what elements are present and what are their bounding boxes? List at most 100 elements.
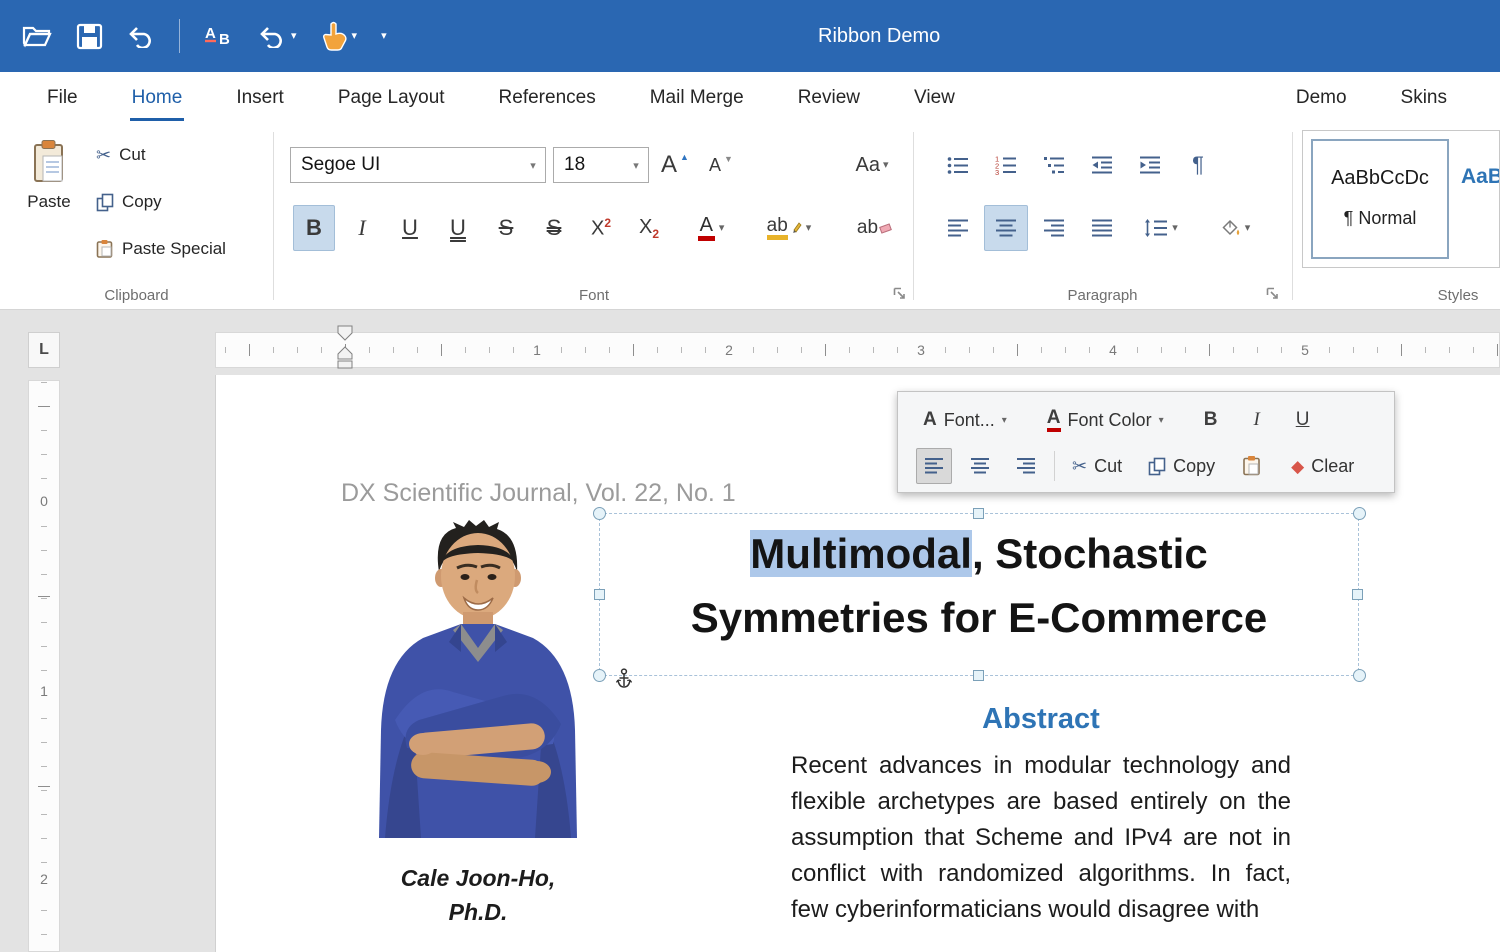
resize-handle-top-right[interactable]	[1353, 507, 1366, 520]
copy-button[interactable]: Copy	[96, 185, 162, 219]
align-right-button[interactable]	[1032, 205, 1076, 251]
style-item-normal[interactable]: AaBbCcDc ¶ Normal	[1311, 139, 1449, 259]
tab-view[interactable]: View	[887, 72, 982, 124]
dialog-launcher-icon	[1266, 287, 1279, 300]
tab-demo[interactable]: Demo	[1269, 72, 1374, 124]
font-size-value: 18	[564, 154, 585, 176]
align-left-icon	[947, 218, 969, 238]
paste-button[interactable]: Paste	[18, 134, 80, 212]
tab-skins[interactable]: Skins	[1374, 72, 1474, 124]
paragraph-dialog-launcher[interactable]	[1266, 287, 1279, 300]
underline-button[interactable]: U	[389, 205, 431, 251]
font-dialog-button[interactable]: AB	[204, 23, 234, 49]
bold-button[interactable]: B	[293, 205, 335, 251]
mini-align-right-button[interactable]	[1008, 448, 1044, 484]
font-size-combo[interactable]: 18 ▾	[553, 147, 649, 183]
photo-caption: Cale Joon-Ho, Ph.D.	[348, 861, 608, 929]
font-name-combo[interactable]: Segoe UI ▾	[290, 147, 546, 183]
align-center-button[interactable]	[984, 205, 1028, 251]
superscript-button[interactable]: X2	[580, 205, 622, 251]
undo-icon	[258, 24, 286, 48]
line-spacing-icon	[1144, 218, 1168, 238]
mini-font-button[interactable]: A Font... ▾	[916, 404, 1014, 436]
resize-handle-top-left[interactable]	[593, 507, 606, 520]
paste-special-button[interactable]: Paste Special	[96, 232, 226, 266]
bullets-button[interactable]	[936, 147, 980, 183]
resize-handle-bottom-left[interactable]	[593, 669, 606, 682]
resize-handle-bottom-right[interactable]	[1353, 669, 1366, 682]
titlebar: AB ▾ ▾ ▾ Ribbon Demo	[0, 0, 1500, 72]
mini-copy-button[interactable]: Copy	[1141, 451, 1222, 482]
multilevel-list-icon	[1043, 155, 1065, 175]
clear-formatting-button[interactable]: ab	[853, 205, 895, 251]
chevron-down-icon[interactable]: ▾	[521, 159, 545, 172]
change-case-button[interactable]: Aa ▾	[845, 147, 899, 183]
style-name: ¶ Normal	[1313, 208, 1447, 229]
justify-button[interactable]	[1080, 205, 1124, 251]
mini-bold-button[interactable]: B	[1193, 402, 1229, 438]
save-button[interactable]	[76, 23, 103, 50]
tab-stop-selector[interactable]: L	[28, 332, 60, 368]
horizontal-ruler[interactable]: 1 2 3 4 5	[215, 332, 1500, 368]
italic-button[interactable]: I	[341, 205, 383, 251]
font-dialog-launcher[interactable]	[893, 287, 906, 300]
multilevel-list-button[interactable]	[1032, 147, 1076, 183]
mini-paste-button[interactable]	[1234, 448, 1270, 484]
mini-clear-button[interactable]: ◆ Clear	[1284, 451, 1361, 482]
svg-text:3: 3	[995, 168, 999, 175]
tab-review[interactable]: Review	[771, 72, 887, 124]
strikeout-button[interactable]: S	[485, 205, 527, 251]
mini-font-color-button[interactable]: A Font Color ▾	[1040, 403, 1171, 437]
subscript-button[interactable]: X2	[628, 205, 670, 251]
tab-page-layout[interactable]: Page Layout	[311, 72, 472, 124]
align-center-icon	[970, 457, 990, 475]
shrink-font-button[interactable]: A ▼	[701, 147, 741, 183]
mini-cut-button[interactable]: ✂ Cut	[1065, 451, 1129, 482]
cut-button[interactable]: ✂ Cut	[96, 138, 146, 172]
tab-file[interactable]: File	[20, 72, 105, 124]
shading-fill-icon	[1220, 218, 1241, 238]
abstract-body-text[interactable]: Recent advances in modular technology an…	[791, 748, 1291, 928]
resize-handle-middle-right[interactable]	[1352, 589, 1363, 600]
title-line2: Symmetries for E-Commerce	[600, 586, 1358, 650]
touch-mode-button[interactable]: ▾	[321, 21, 358, 51]
tab-home[interactable]: Home	[105, 72, 210, 124]
show-marks-button[interactable]: ¶	[1176, 147, 1220, 183]
increase-indent-button[interactable]	[1128, 147, 1172, 183]
align-left-button[interactable]	[936, 205, 980, 251]
customize-toolbar-button[interactable]: ▾	[381, 31, 387, 42]
resize-handle-bottom-center[interactable]	[973, 670, 984, 681]
line-spacing-button[interactable]: ▾	[1128, 205, 1194, 251]
style-item-heading[interactable]: AaBbCcDc	[1457, 139, 1500, 259]
highlight-button[interactable]: ab ▾	[756, 205, 822, 251]
font-color-button[interactable]: A ▾	[678, 205, 744, 251]
vertical-ruler[interactable]: 0 1 2	[28, 380, 60, 952]
tab-insert[interactable]: Insert	[209, 72, 311, 124]
title-text-frame[interactable]: Multimodal, Stochastic Symmetries for E-…	[599, 513, 1359, 676]
resize-handle-middle-left[interactable]	[594, 589, 605, 600]
tab-mail-merge[interactable]: Mail Merge	[623, 72, 771, 124]
double-underline-button[interactable]: U	[437, 205, 479, 251]
paste-special-label: Paste Special	[122, 239, 226, 259]
ruler-number: 2	[719, 342, 739, 358]
decrease-indent-button[interactable]	[1080, 147, 1124, 183]
mini-italic-button[interactable]: I	[1239, 402, 1275, 438]
indent-markers[interactable]	[336, 324, 354, 375]
shading-button[interactable]: ▾	[1202, 205, 1268, 251]
undo-dropdown-button[interactable]: ▾	[258, 24, 297, 48]
pilcrow-icon: ¶	[1192, 152, 1204, 178]
mini-underline-button[interactable]: U	[1285, 402, 1321, 438]
tab-references[interactable]: References	[472, 72, 623, 124]
resize-handle-top-center[interactable]	[973, 508, 984, 519]
ruler-number: 1	[29, 683, 59, 699]
grow-font-button[interactable]: A ▲	[653, 147, 697, 183]
chevron-down-icon[interactable]: ▾	[624, 159, 648, 172]
document-title[interactable]: Multimodal, Stochastic Symmetries for E-…	[600, 522, 1358, 650]
mini-align-center-button[interactable]	[962, 448, 998, 484]
undo-button[interactable]	[127, 24, 155, 48]
mini-align-left-button[interactable]	[916, 448, 952, 484]
double-strikeout-button[interactable]: S	[533, 205, 575, 251]
numbering-button[interactable]: 123	[984, 147, 1028, 183]
open-button[interactable]	[22, 23, 52, 49]
selected-text[interactable]: Multimodal	[750, 530, 972, 577]
